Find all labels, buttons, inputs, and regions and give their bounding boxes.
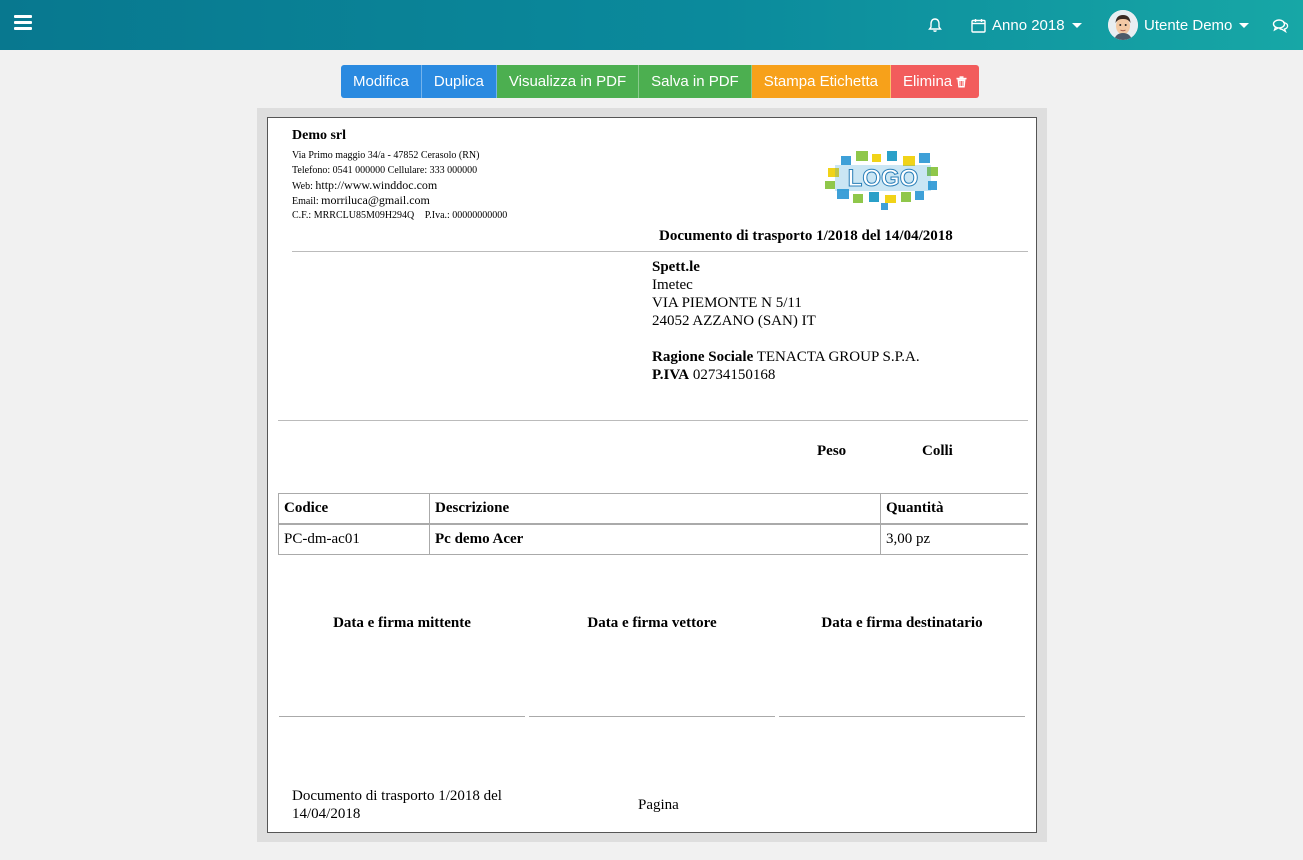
logo-text: LOGO [848,165,919,192]
packages-label: Colli [922,443,953,459]
print-label-button[interactable]: Stampa Etichetta [751,65,891,98]
items-table: Codice Descrizione Quantità PC-dm-ac01 P… [278,493,1028,555]
trash-icon [956,75,967,87]
recipient-block: Spett.le Imetec VIA PIEMONTE N 5/11 2405… [652,258,920,384]
company-address: Via Primo maggio 34/a - 47852 Cerasolo (… [292,150,480,161]
column-header-description: Descrizione [429,493,881,525]
document-toolbar: Modifica Duplica Visualizza in PDF Salva… [341,65,980,98]
company-tax-code: C.F.: MRRCLU85M09H294Q [292,210,415,221]
delete-button-label: Elimina [902,73,953,90]
user-name: Utente Demo [1144,16,1233,34]
company-logo: LOGO [823,151,943,211]
recipient-company-label: Ragione Sociale [652,349,754,365]
company-email-label: Email: [292,196,319,207]
edit-button[interactable]: Modifica [341,65,422,98]
chevron-down-icon [1071,22,1082,28]
recipient-city: 24052 AZZANO (SAN) IT [652,313,816,329]
signature-recipient-label: Data e firma destinatario [821,615,983,631]
top-navbar: Anno 2018 Utente Demo [0,0,1303,50]
recipient-name: Imetec [652,277,693,293]
avatar [1108,10,1138,40]
chevron-down-icon [1239,22,1250,28]
notifications-bell-icon[interactable] [927,0,943,50]
delete-button[interactable]: Elimina [890,65,980,98]
column-header-code: Codice [278,493,430,525]
footer-document-ref: Documento di trasporto 1/2018 del 14/04/… [292,788,502,822]
document-title: Documento di trasporto 1/2018 del 14/04/… [659,228,953,244]
transport-document: Demo srl Via Primo maggio 34/a - 47852 C… [267,117,1037,833]
cell-description: Pc demo Acer [429,523,881,555]
cell-quantity: 3,00 pz [880,523,1028,555]
column-header-quantity: Quantità [880,493,1028,525]
view-pdf-button[interactable]: Visualizza in PDF [496,65,640,98]
recipient-vat-label: P.IVA [652,367,690,383]
signature-sender-label: Data e firma mittente [333,615,471,631]
cell-code: PC-dm-ac01 [278,523,430,555]
user-menu[interactable]: Utente Demo [1108,0,1250,50]
recipient-street: VIA PIEMONTE N 5/11 [652,295,802,311]
recipient-company: Ragione Sociale TENACTA GROUP S.P.A. [652,348,920,366]
recipient-salutation: Spett.le [652,259,700,275]
weight-label: Peso [817,443,847,459]
signature-line-carrier [529,716,775,717]
recipient-company-value: TENACTA GROUP S.P.A. [756,349,920,365]
company-web-link[interactable]: http://www.winddoc.com [315,178,437,192]
company-name: Demo srl [292,128,347,143]
signature-line-recipient [779,716,1025,717]
signature-carrier-label: Data e firma vettore [587,615,717,631]
company-email-link[interactable]: morriluca@gmail.com [321,193,430,207]
calendar-icon [971,18,986,33]
company-email: Email: morriluca@gmail.com [292,193,430,209]
company-web: Web: http://www.winddoc.com [292,178,437,194]
duplicate-button[interactable]: Duplica [421,65,497,98]
company-vat: P.Iva.: 00000000000 [424,210,508,221]
menu-icon[interactable] [14,15,32,31]
chat-icon[interactable] [1272,0,1289,50]
company-web-label: Web: [292,181,313,192]
divider [278,420,1028,421]
recipient-vat-value: 02734150168 [692,367,776,383]
signature-line-sender [279,716,525,717]
divider [292,251,1028,252]
save-pdf-button[interactable]: Salva in PDF [639,65,752,98]
year-selector[interactable]: Anno 2018 [971,0,1082,50]
table-row: PC-dm-ac01 Pc demo Acer 3,00 pz [278,523,1028,555]
year-label: Anno 2018 [992,16,1065,34]
table-header-row: Codice Descrizione Quantità [278,493,1028,525]
company-tax-ids: C.F.: MRRCLU85M09H294Q P.Iva.: 000000000… [292,208,507,223]
footer-page-label: Pagina [638,797,679,813]
recipient-vat: P.IVA 02734150168 [652,366,920,384]
company-phone: Telefono: 0541 000000 Cellulare: 333 000… [292,165,478,176]
